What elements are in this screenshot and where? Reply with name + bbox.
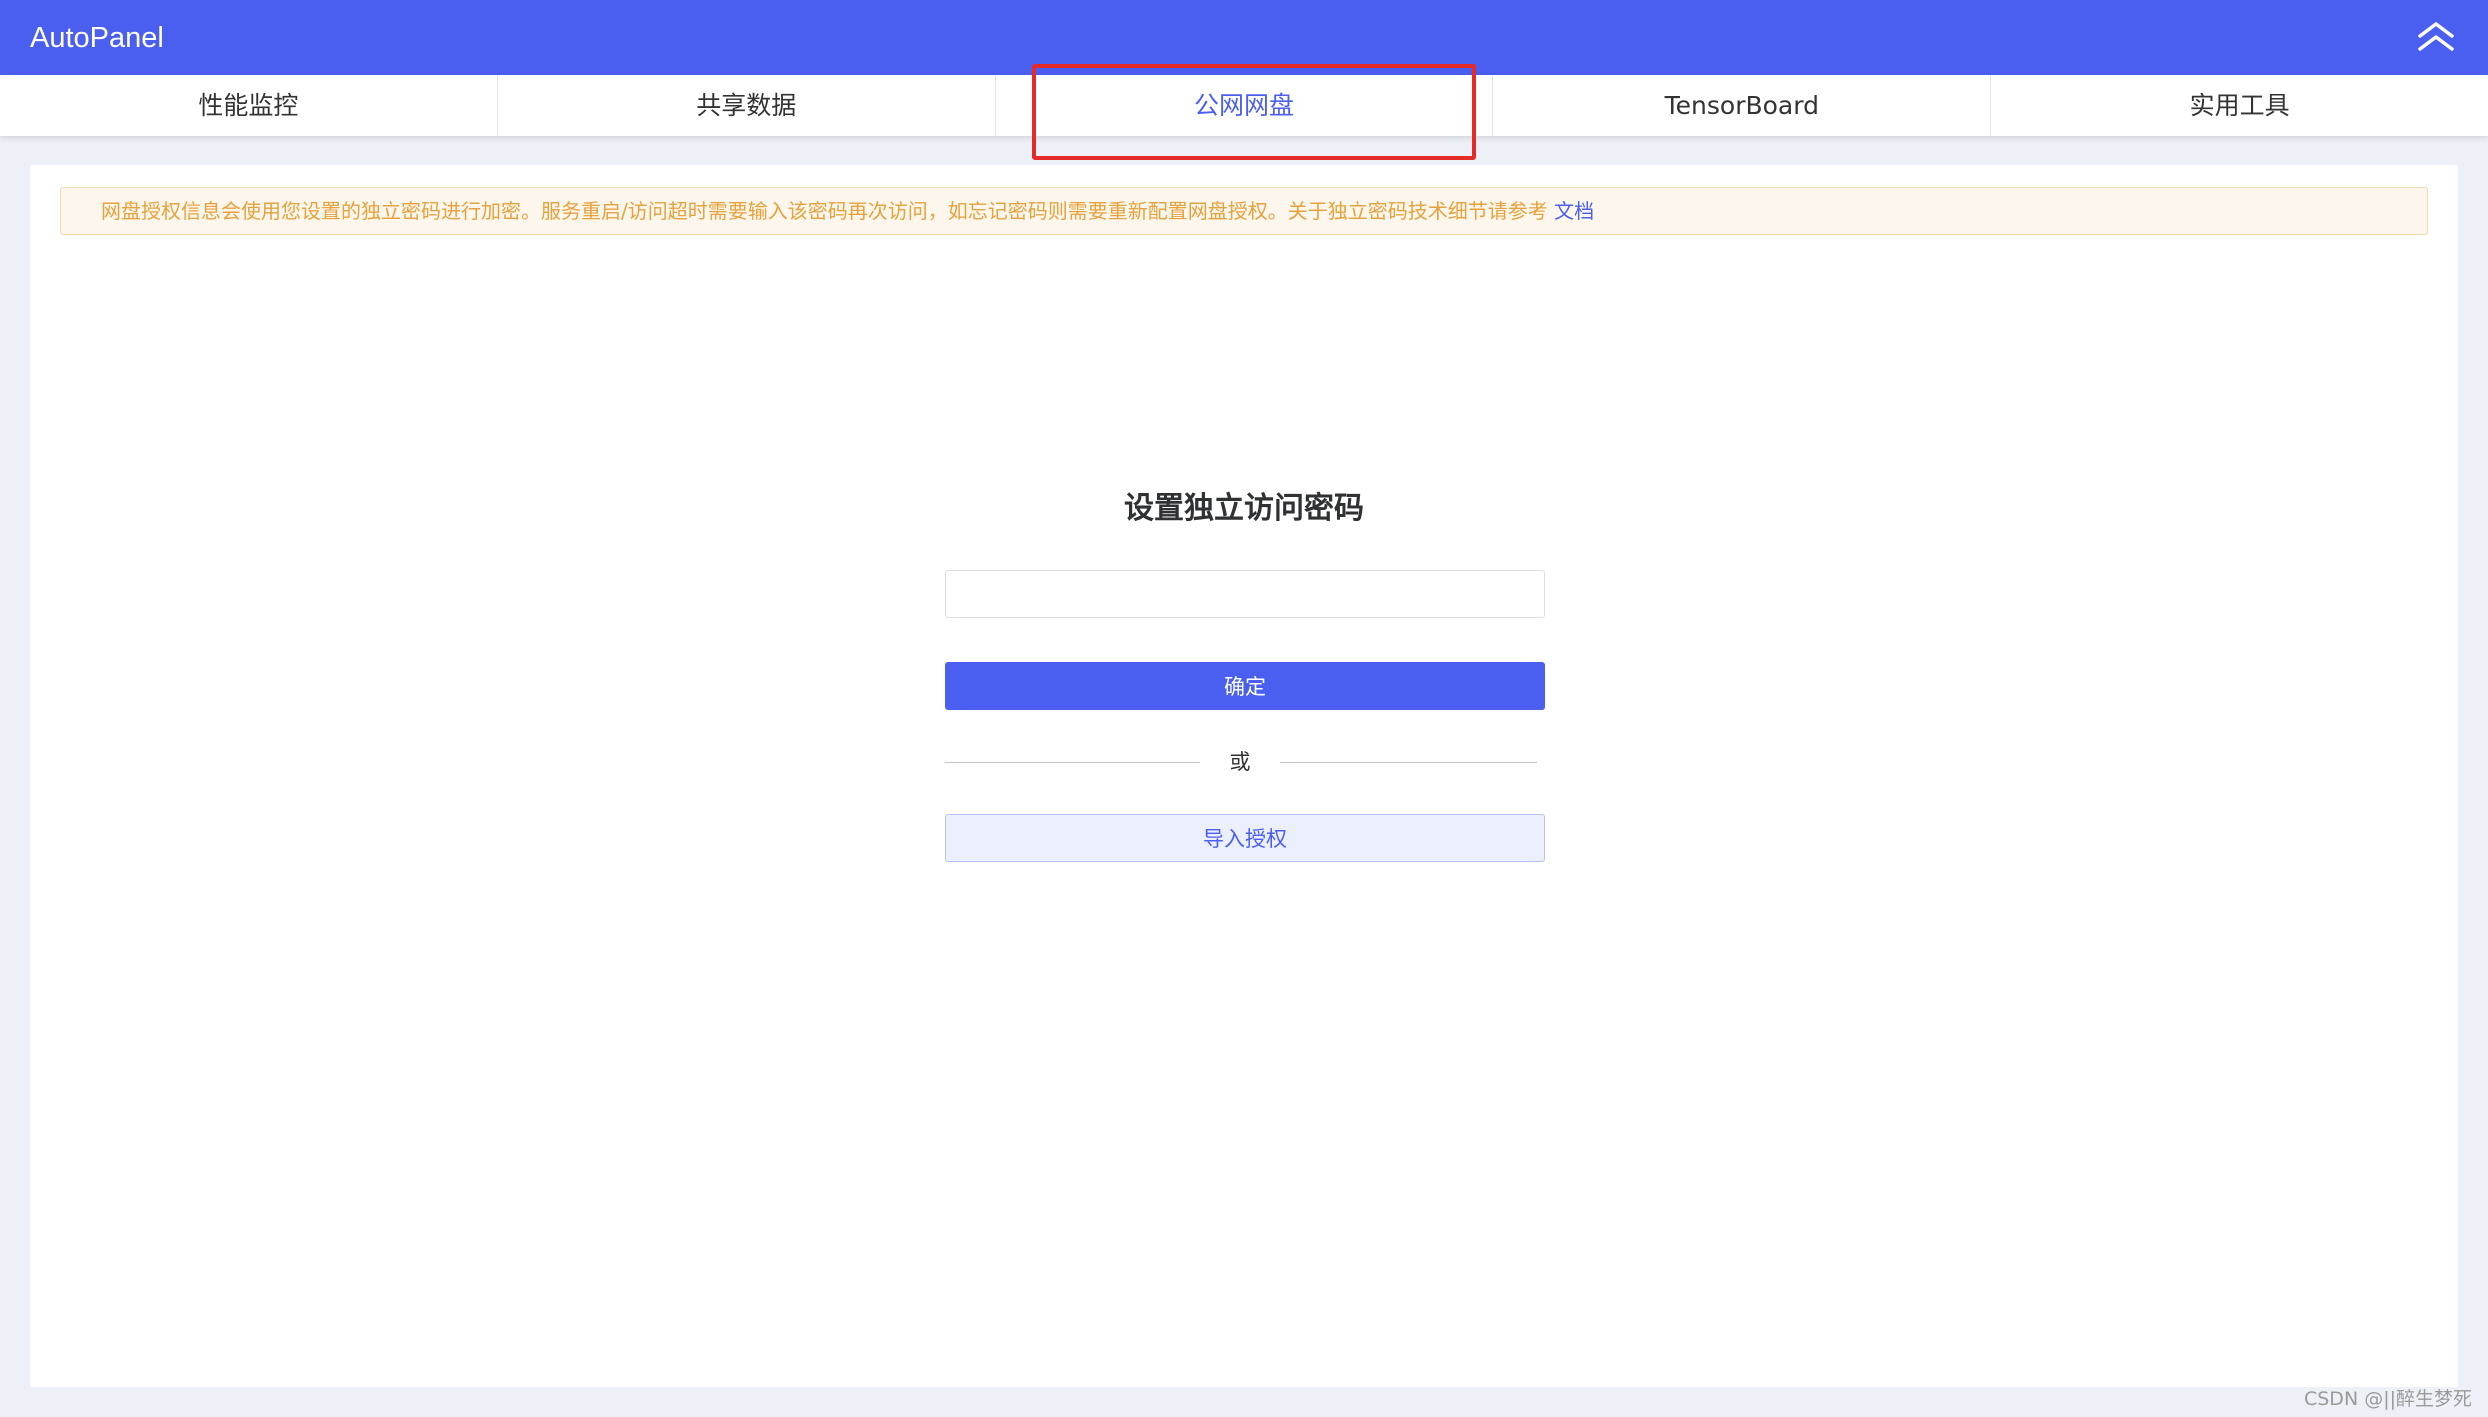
tab-bar: 性能监控 共享数据 公网网盘 TensorBoard 实用工具 bbox=[0, 75, 2488, 136]
notice-text: 网盘授权信息会使用您设置的独立密码进行加密。服务重启/访问超时需要输入该密码再次… bbox=[101, 199, 1555, 223]
app-header: AutoPanel bbox=[0, 0, 2488, 75]
collapse-button[interactable] bbox=[2414, 16, 2458, 56]
app-title: AutoPanel bbox=[30, 22, 164, 54]
password-input[interactable] bbox=[945, 570, 1545, 618]
encryption-notice: 网盘授权信息会使用您设置的独立密码进行加密。服务重启/访问超时需要输入该密码再次… bbox=[60, 187, 2428, 235]
main-content: 网盘授权信息会使用您设置的独立密码进行加密。服务重启/访问超时需要输入该密码再次… bbox=[30, 165, 2458, 1387]
divider-line-right bbox=[1280, 762, 1537, 763]
double-chevron-up-icon bbox=[2418, 22, 2454, 51]
watermark: CSDN @||醉生梦死 bbox=[2303, 1388, 2472, 1410]
tab-tensorboard[interactable]: TensorBoard bbox=[1493, 75, 1992, 136]
docs-link[interactable]: 文档 bbox=[1554, 199, 1594, 223]
tab-performance-monitor[interactable]: 性能监控 bbox=[0, 75, 498, 136]
tab-utilities[interactable]: 实用工具 bbox=[1991, 75, 2488, 136]
divider-label: 或 bbox=[1229, 750, 1251, 774]
tab-shared-data[interactable]: 共享数据 bbox=[498, 75, 996, 136]
tab-public-netdisk[interactable]: 公网网盘 bbox=[996, 75, 1494, 136]
form-title: 设置独立访问密码 bbox=[1124, 491, 1364, 526]
confirm-button[interactable]: 确定 bbox=[945, 662, 1545, 710]
divider-line-left bbox=[945, 762, 1200, 763]
import-authorization-button[interactable]: 导入授权 bbox=[945, 814, 1545, 862]
